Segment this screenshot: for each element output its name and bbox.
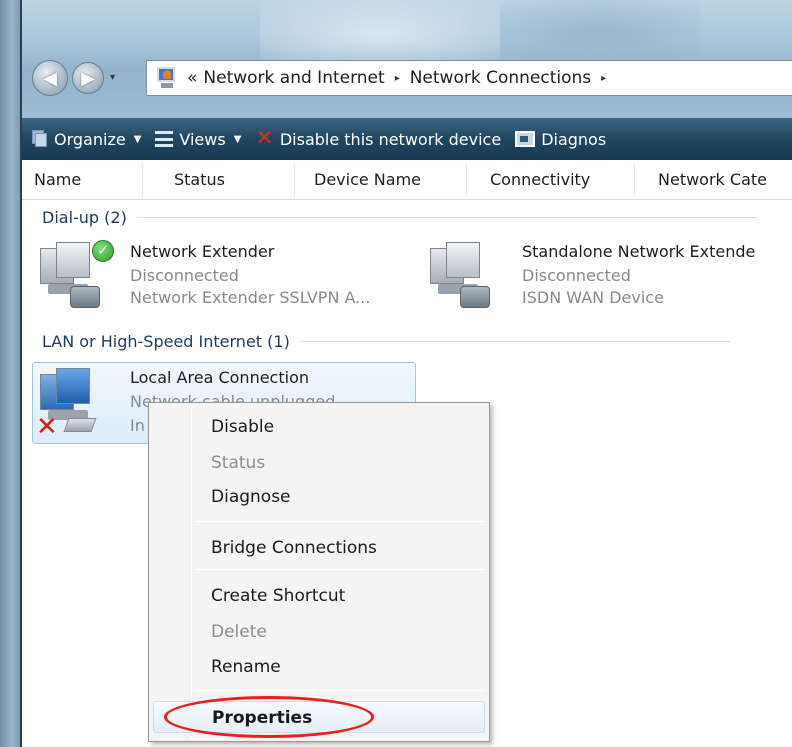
column-header-name[interactable]: Name	[34, 170, 81, 189]
disable-device-button[interactable]: ✕ Disable this network device	[255, 126, 502, 151]
column-divider[interactable]	[142, 164, 143, 196]
menu-separator	[195, 690, 485, 691]
back-button[interactable]: ◀	[32, 60, 68, 96]
group-divider	[299, 341, 730, 342]
window-border	[20, 0, 22, 747]
breadcrumb-network-connections[interactable]: Network Connections	[410, 68, 591, 88]
organize-icon	[32, 130, 48, 148]
window-frame-left	[0, 0, 20, 747]
address-bar[interactable]: « Network and Internet ▸ Network Connect…	[146, 60, 792, 96]
column-divider[interactable]	[634, 164, 635, 196]
diagnose-label: Diagnos	[541, 129, 607, 149]
menu-separator	[195, 521, 485, 522]
chevron-down-icon: ▼	[233, 133, 242, 145]
organize-button[interactable]: Organize ▼	[32, 130, 141, 149]
diagnose-button[interactable]: Diagnos	[515, 130, 606, 149]
menu-item-create-shortcut[interactable]: Create Shortcut	[153, 580, 485, 612]
column-divider[interactable]	[466, 164, 467, 196]
views-icon	[155, 131, 174, 147]
forward-arrow-icon: ▶	[81, 67, 95, 89]
recent-pages-dropdown[interactable]: ▾	[110, 72, 124, 86]
diagnose-icon	[515, 131, 536, 147]
connection-name: Standalone Network Extende	[522, 242, 756, 261]
network-cable-icon	[63, 418, 97, 432]
menu-item-disable[interactable]: Disable	[153, 411, 485, 443]
lan-connection-icon: ✕	[36, 366, 116, 442]
organize-label: Organize	[54, 129, 126, 149]
menu-item-diagnose[interactable]: Diagnose	[153, 481, 485, 513]
connection-status: Disconnected	[522, 266, 631, 285]
views-button[interactable]: Views ▼	[155, 130, 241, 149]
connection-device: Network Extender SSLVPN A...	[130, 288, 371, 307]
breadcrumb-separator-icon[interactable]: ▸	[601, 73, 606, 84]
connection-name: Network Extender	[130, 242, 275, 261]
group-title: Dial-up (2)	[42, 208, 127, 227]
connection-network-extender[interactable]: ✓ Network Extender Disconnected Network …	[36, 238, 416, 318]
group-header-dialup[interactable]: Dial-up (2)	[42, 208, 757, 227]
group-title: LAN or High-Speed Internet (1)	[42, 332, 290, 351]
group-divider	[136, 217, 757, 218]
command-bar: Organize ▼ Views ▼ ✕ Disable this networ…	[22, 118, 792, 160]
breadcrumb-separator-icon[interactable]: ▸	[395, 73, 400, 84]
column-header-row: Name Status Device Name Connectivity Net…	[22, 160, 792, 200]
dialup-connection-icon	[426, 240, 506, 312]
column-header-network-category[interactable]: Network Cate	[658, 170, 767, 189]
views-label: Views	[179, 129, 226, 149]
context-menu: Disable Status Diagnose Bridge Connectio…	[148, 402, 490, 742]
menu-item-delete[interactable]: Delete	[153, 616, 485, 648]
column-divider[interactable]	[294, 164, 295, 196]
connection-device: In	[130, 416, 145, 435]
connection-name: Local Area Connection	[130, 368, 309, 387]
forward-button[interactable]: ▶	[72, 62, 104, 94]
red-x-icon: ✕	[255, 126, 274, 151]
green-check-icon: ✓	[92, 240, 114, 262]
menu-separator	[195, 569, 485, 570]
chevron-down-icon: ▼	[133, 133, 142, 145]
connection-device: ISDN WAN Device	[522, 288, 664, 307]
explorer-window: ◀ ▶ ▾ « Network and Internet ▸ Network C…	[0, 0, 792, 747]
column-header-connectivity[interactable]: Connectivity	[490, 170, 590, 189]
dialup-connection-icon: ✓	[36, 240, 116, 312]
menu-item-bridge-connections[interactable]: Bridge Connections	[153, 532, 485, 564]
annotation-circle	[164, 696, 374, 738]
network-folder-icon	[155, 66, 179, 90]
disable-device-label: Disable this network device	[279, 129, 502, 149]
connection-status: Disconnected	[130, 266, 239, 285]
window-title-area	[20, 0, 792, 118]
breadcrumb-network-and-internet[interactable]: Network and Internet	[203, 68, 384, 88]
back-arrow-icon: ◀	[43, 67, 57, 89]
menu-item-status[interactable]: Status	[153, 447, 485, 479]
column-header-status[interactable]: Status	[174, 170, 225, 189]
group-header-lan[interactable]: LAN or High-Speed Internet (1)	[42, 332, 730, 351]
breadcrumb-overflow-chevron[interactable]: «	[187, 68, 197, 88]
column-header-device-name[interactable]: Device Name	[314, 170, 421, 189]
menu-item-rename[interactable]: Rename	[153, 651, 485, 683]
red-x-icon: ✕	[36, 412, 58, 442]
connection-standalone-network-extender[interactable]: Standalone Network Extende Disconnected …	[426, 238, 792, 318]
